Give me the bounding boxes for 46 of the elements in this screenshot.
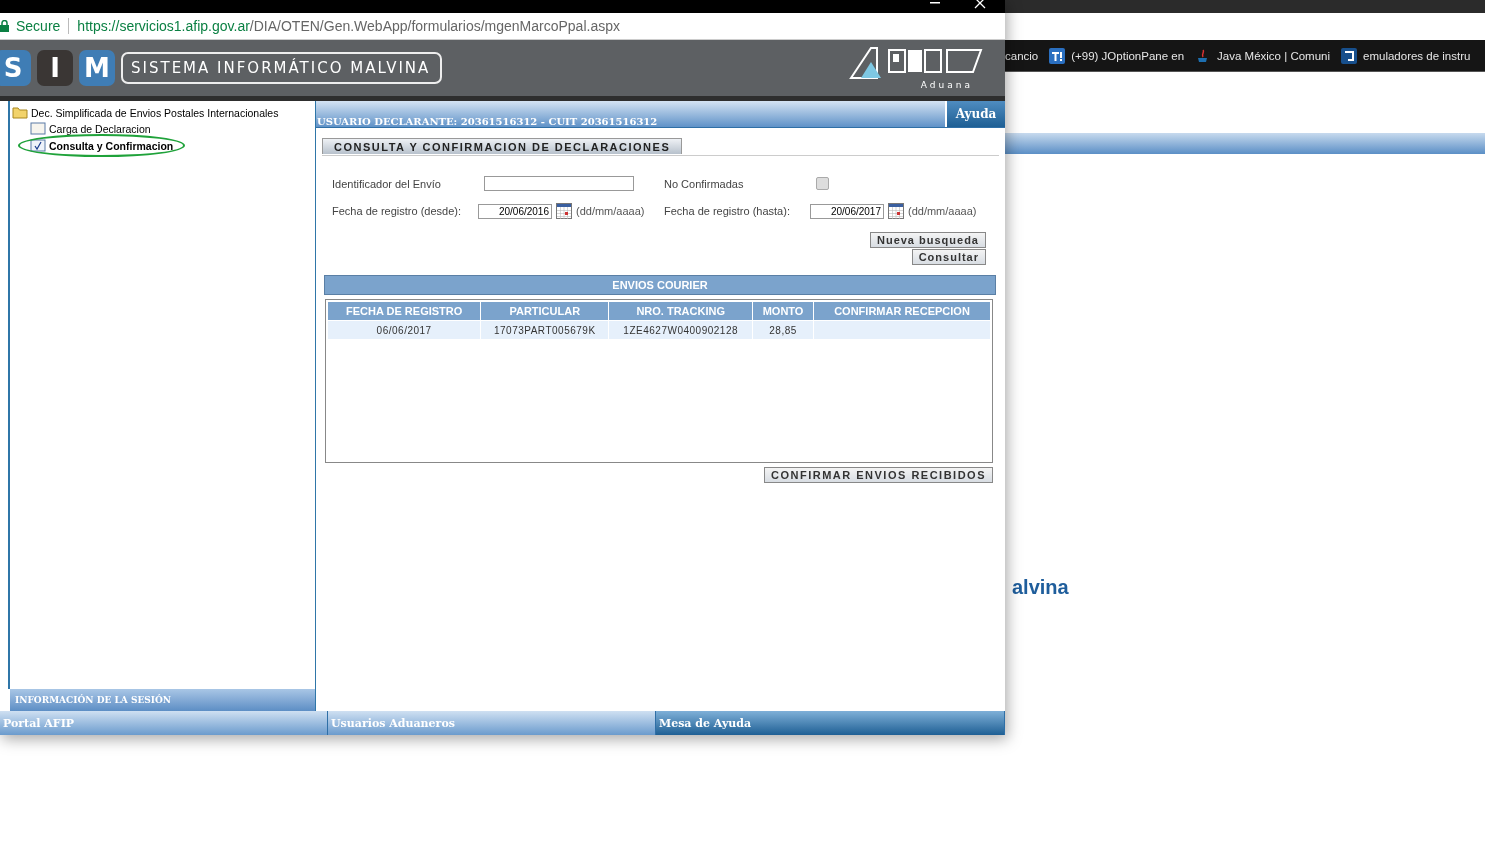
format-hint: (dd/mm/aaaa) [908, 205, 977, 217]
column-header: PARTICULAR [480, 301, 609, 321]
tree-item[interactable]: Carga de Declaracion [30, 121, 151, 136]
bookmark-icon [1049, 47, 1066, 64]
secure-label: Secure [16, 18, 61, 34]
folder-icon [12, 106, 28, 119]
lock-icon [0, 20, 9, 32]
tree-item[interactable]: Consulta y Confirmacion [18, 134, 186, 157]
column-header: FECHA DE REGISTRO [327, 301, 481, 321]
system-title: SISTEMA INFORMÁTICO MALVINA [121, 52, 442, 84]
bookmark-link[interactable]: emuladores de instru [1363, 49, 1471, 62]
form-button[interactable]: Consultar [911, 249, 986, 265]
calendar-icon [556, 203, 572, 219]
date-field[interactable]: 20/06/2016 [478, 203, 552, 219]
field-label: Fecha de registro (desde): [332, 205, 462, 217]
agency-name: Aduana [920, 80, 973, 90]
format-hint: (dd/mm/aaaa) [576, 205, 645, 217]
logo-tile: I [37, 50, 73, 86]
bookmark-icon [1341, 47, 1357, 64]
input-field[interactable] [484, 176, 634, 191]
url-text: https://servicios1.afip.gov.ar/DIA/OTEN/Gen.WebApp/formularios/mgenMarcoPpal.aspx [77, 18, 620, 34]
bookmark-link[interactable]: (+99) JOptionPane en [1071, 49, 1185, 62]
close-icon [974, 0, 986, 9]
bookmark-link[interactable]: Java México | Comuni [1217, 49, 1330, 62]
user-label: USUARIO DECLARANTE: 20361516312 - CUIT 20361516312 [316, 115, 659, 127]
checkbox[interactable] [816, 177, 829, 190]
page-heading: alvina [1012, 576, 1069, 599]
field-label: No Confirmadas [664, 177, 745, 190]
tree-folder[interactable]: Dec. Simplificada de Envios Postales Internacionales [12, 105, 279, 120]
logo-tile: S [0, 50, 31, 86]
table-title-bar: ENVIOS COURIER [324, 275, 996, 295]
checked-page-icon [30, 139, 46, 152]
footer-link[interactable]: Mesa de Ayuda [656, 711, 1005, 735]
confirm-button[interactable]: CONFIRMAR ENVIOS RECIBIDOS [764, 467, 993, 483]
field-label: Identificador del Envío [332, 177, 442, 190]
date-field[interactable]: 20/06/2017 [810, 203, 884, 219]
field-label: Fecha de registro (hasta): [664, 205, 791, 217]
column-header: NRO. TRACKING [608, 301, 753, 321]
help-button[interactable]: Ayuda [945, 101, 1005, 127]
bookmark-link[interactable]: cancio [1005, 49, 1039, 62]
column-header: MONTO [752, 301, 814, 321]
logo-tile: M [79, 50, 115, 86]
form-button[interactable]: Nueva busqueda [869, 232, 986, 248]
column-header: CONFIRMAR RECEPCION [813, 301, 991, 321]
calendar-icon [888, 203, 904, 219]
page-icon [30, 122, 46, 135]
